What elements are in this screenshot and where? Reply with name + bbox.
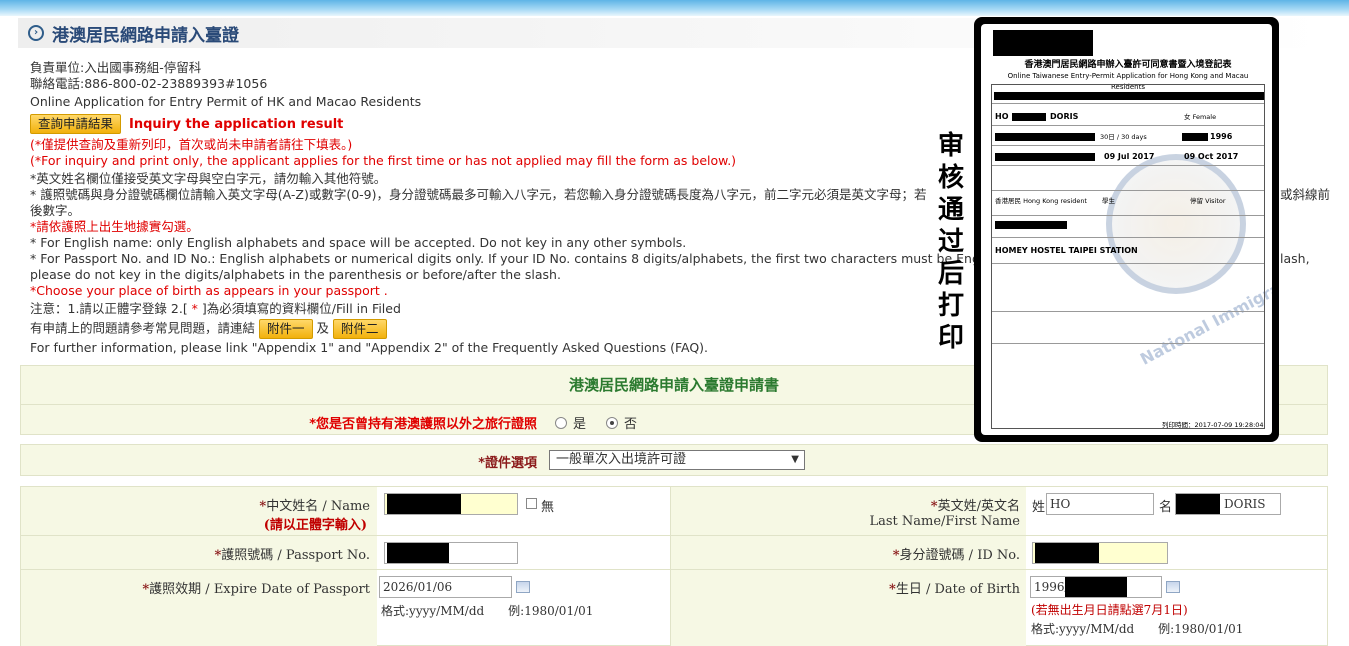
required-note: 注意：1.請以正體字登錄 2.[ * ]為必須填寫的資料欄位/Fill in F…	[30, 301, 401, 317]
contact-phone: 聯絡電話:886-800-02-23889393#1056	[30, 76, 268, 91]
redacted-cn-name	[387, 494, 461, 514]
page-title: 港澳居民網路申請入臺證	[52, 25, 239, 46]
inquiry-link[interactable]: Inquiry the application result	[129, 117, 343, 132]
rule-english-name-en: * For English name: only English alphabe…	[30, 235, 687, 250]
required-note-prefix: 注意：1.請以正體字登錄 2.[	[30, 301, 188, 316]
birth-note: (若無出生月日請點選7月1日)	[1031, 603, 1188, 617]
appendix-1-button[interactable]: 附件一	[259, 319, 313, 339]
inquiry-row: 查詢申請結果 Inquiry the application result	[30, 114, 343, 134]
faq-prefix: 有申請上的問題請參考常見問題，請連結	[30, 320, 256, 336]
redacted-birth	[1065, 577, 1127, 597]
other-passport-radio-group: 是 否	[555, 413, 637, 432]
rule-id-cn-cont: 後數字。	[30, 203, 81, 218]
doc-address: HOMEY HOSTEL TAIPEI STATION	[995, 246, 1138, 255]
note-cn-red: (*僅提供查詢及重新列印，首次或尚未申請者請往下填表。)	[30, 137, 353, 152]
permit-document: 香港澳門居民網路申辦入臺許可同意書暨入境登記表 Online Taiwanese…	[981, 24, 1272, 435]
doc-type-panel: *證件選項 一般單次入出境許可證 ▼	[20, 444, 1328, 476]
passport-label: *護照號碼 / Passport No.	[214, 548, 370, 563]
english-title: Online Application for Entry Permit of H…	[30, 94, 422, 109]
id-label: *身分證號碼 / ID No.	[892, 548, 1020, 563]
inquiry-button[interactable]: 查詢申請結果	[30, 114, 122, 134]
en-name-sub: Last Name/First Name	[869, 514, 1020, 529]
surname-label: 姓	[1032, 500, 1046, 515]
faq-and: 及	[316, 320, 330, 336]
no-cn-name-checkbox[interactable]	[526, 498, 537, 509]
permit-preview-frame: 香港澳門居民網路申辦入臺許可同意書暨入境登記表 Online Taiwanese…	[974, 17, 1279, 442]
doc-occupation: 學生	[1102, 197, 1115, 205]
doc-print-time: 列印時間：2017-07-09 19:28:04	[1162, 421, 1264, 429]
rule-birthplace-en: *Choose your place of birth as appears i…	[30, 283, 388, 298]
redacted-id	[1035, 543, 1099, 563]
rule-english-name-cn: *英文姓名欄位僅接受英文字母與空白字元，請勿輸入其他符號。	[30, 171, 387, 186]
chevron-down-icon: ▼	[791, 454, 799, 465]
cn-name-hint: (請以正體字輸入)	[263, 518, 367, 533]
redacted-row-1	[994, 92, 1264, 100]
doc-type-label: *證件選項	[478, 456, 537, 471]
expire-label: *護照效期 / Expire Date of Passport	[142, 582, 370, 597]
redacted-birthplace	[995, 133, 1095, 141]
faq-row: 有申請上的問題請參考常見問題，請連結 附件一 及 附件二	[30, 319, 387, 339]
rule-birthplace-cn: *請依護照上出生地據實勾選。	[30, 219, 199, 234]
appendix-2-button[interactable]: 附件二	[333, 319, 387, 339]
chevron-right-icon: ›	[28, 25, 44, 41]
doc-identity: 香港居民 Hong Kong resident	[995, 197, 1087, 205]
redacted-doc-header	[993, 30, 1093, 56]
permit-title-cn: 香港澳門居民網路申辦入臺許可同意書暨入境登記表	[1024, 60, 1232, 70]
en-name-label: *英文姓/英文名	[930, 499, 1020, 514]
other-passport-label: *您是否曾持有港澳護照以外之旅行證照	[309, 417, 537, 432]
redacted-dob	[1182, 133, 1208, 141]
expire-format-hint: 格式:yyyy/MM/dd 例:1980/01/01	[381, 604, 594, 618]
required-star: *	[187, 301, 202, 316]
rule-id-cn-end: 或斜線前	[1280, 187, 1331, 202]
no-cn-name-label: 無	[541, 500, 555, 515]
doc-visa-type: 停留 Visitor	[1190, 197, 1226, 205]
rule-id-en-cont: please do not key in the digits/alphabet…	[30, 267, 561, 282]
doc-name-en: HO	[995, 112, 1009, 121]
calendar-icon[interactable]	[516, 581, 530, 593]
redacted-passport	[387, 543, 449, 563]
doc-dob: 1996	[1210, 132, 1233, 141]
responsible-unit: 負責單位:入出國事務組-停留科	[30, 60, 202, 75]
doc-type-value: 一般單次入出境許可證	[556, 452, 687, 467]
calendar-icon[interactable]	[1166, 581, 1180, 593]
expire-input[interactable]: 2026/01/06	[379, 576, 512, 598]
required-note-suffix: ]為必須填寫的資料欄位/Fill in Filed	[201, 301, 401, 316]
redacted-permit-no	[995, 153, 1095, 161]
doc-name-given: DORIS	[1050, 112, 1079, 121]
radio-yes-label: 是	[573, 417, 587, 432]
radio-yes[interactable]	[555, 416, 567, 429]
faq-english: For further information, please link "Ap…	[30, 340, 709, 355]
note-en-red: (*For inquiry and print only, the applic…	[30, 153, 737, 168]
rule-id-cn: * 護照號碼與身分證號碼欄位請輸入英文字母(A-Z)或數字(0-9)，身分證號碼…	[30, 187, 927, 202]
doc-issue-date: 09 Jul 2017	[1104, 152, 1155, 161]
doc-sex: 女 Female	[1184, 113, 1217, 121]
surname-input[interactable]: HO	[1046, 493, 1154, 515]
top-banner	[0, 0, 1349, 16]
doc-type-select[interactable]: 一般單次入出境許可證 ▼	[549, 450, 805, 470]
applicant-form-grid: *中文姓名 / Name (請以正體字輸入) 無 *英文姓/英文名 Last N…	[20, 486, 1328, 646]
redacted-name-mid	[1012, 113, 1046, 121]
birth-format-hint: 格式:yyyy/MM/dd 例:1980/01/01	[1031, 622, 1244, 636]
rule-id-en-end: lash,	[1280, 251, 1310, 266]
radio-no[interactable]	[606, 416, 619, 429]
doc-duration: 30日 / 30 days	[1100, 133, 1147, 141]
permit-table: HO DORIS 女 Female 30日 / 30 days 1996 09 …	[991, 84, 1265, 429]
redacted-residence	[995, 221, 1067, 229]
given-name-label: 名	[1159, 500, 1173, 515]
doc-expire-date: 09 Oct 2017	[1184, 152, 1239, 161]
rule-id-en: * For Passport No. and ID No.: English a…	[30, 251, 1071, 266]
cn-name-label: *中文姓名 / Name	[259, 499, 370, 514]
review-print-annotation: 审核通过后打印	[937, 131, 964, 353]
radio-no-label: 否	[624, 417, 638, 432]
redacted-given-name-prefix	[1176, 494, 1220, 514]
birth-label: *生日 / Date of Birth	[889, 582, 1020, 597]
